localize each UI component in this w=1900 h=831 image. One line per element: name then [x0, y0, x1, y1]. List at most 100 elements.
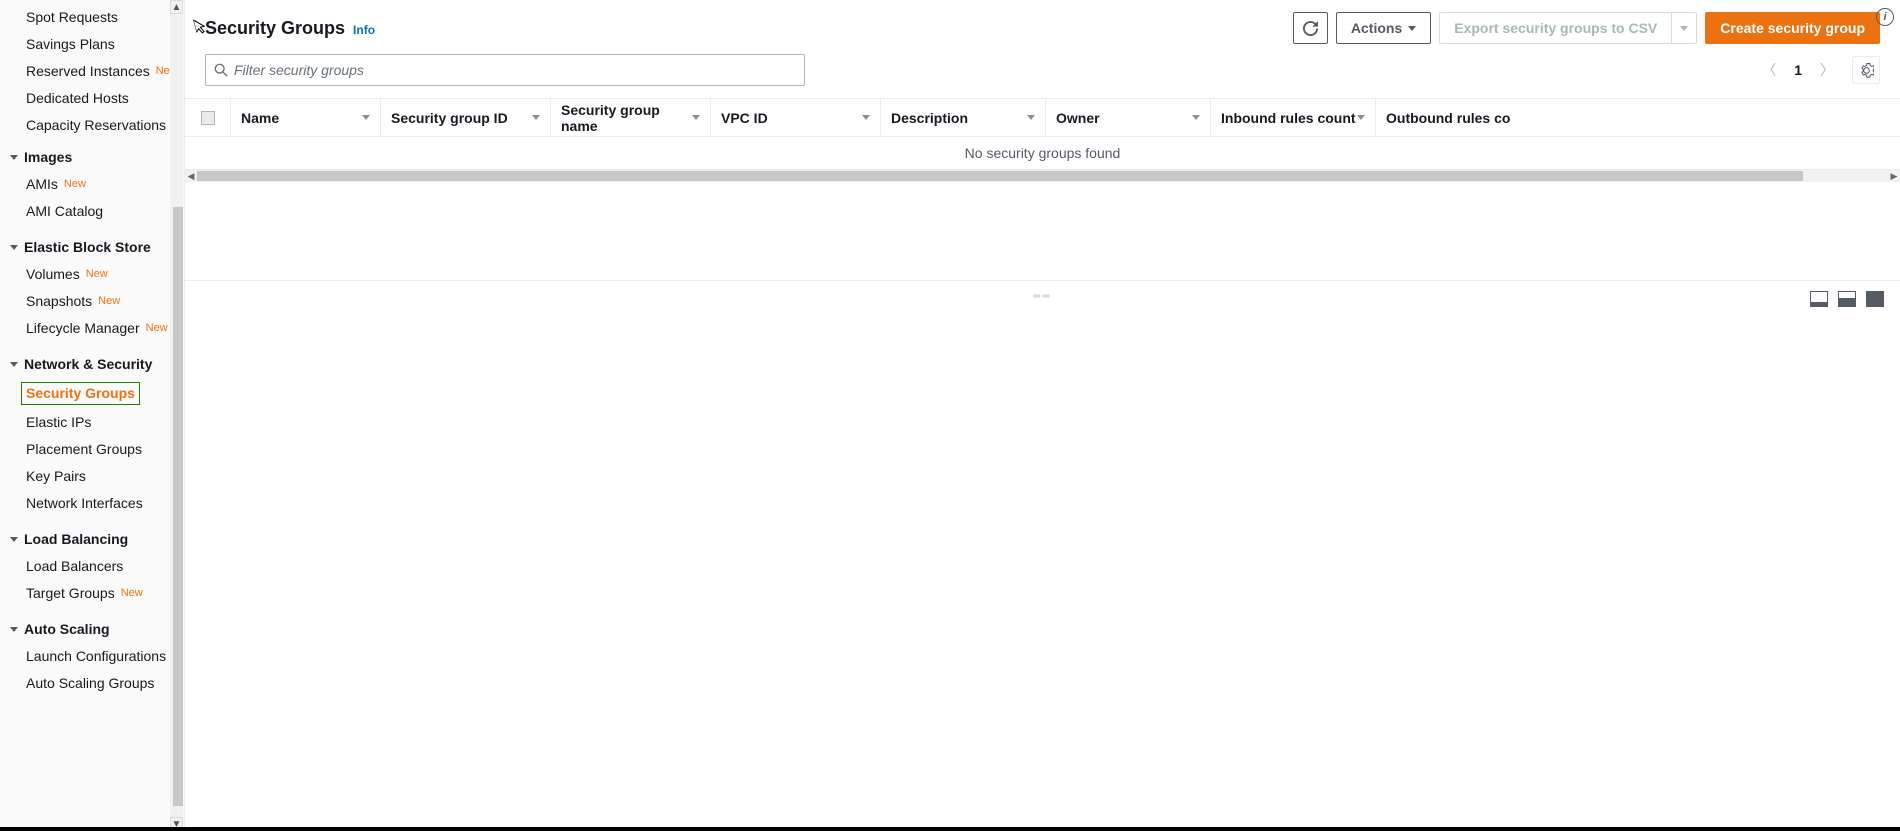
scroll-right-icon[interactable]: ▶ [1888, 171, 1900, 182]
sidebar-section-header[interactable]: Images [0, 143, 184, 171]
sidebar-item[interactable]: Spot Requests [0, 4, 184, 31]
sidebar-item[interactable]: Lifecycle ManagerNew [0, 315, 184, 342]
column-inbound-rules[interactable]: Inbound rules count [1211, 99, 1376, 136]
sidebar-section-header[interactable]: Elastic Block Store [0, 233, 184, 261]
column-vpc-id[interactable]: VPC ID [711, 99, 881, 136]
gear-icon [1859, 63, 1874, 78]
panel-size-medium-button[interactable] [1838, 291, 1856, 307]
chevron-down-icon [10, 362, 18, 367]
sidebar-section-title: Elastic Block Store [24, 239, 151, 255]
sidebar-item[interactable]: Dedicated Hosts [0, 85, 184, 112]
column-name[interactable]: Name [231, 99, 381, 136]
column-label: VPC ID [721, 110, 768, 126]
refresh-button[interactable] [1293, 12, 1328, 44]
chevron-down-icon [10, 155, 18, 160]
sidebar-item-active[interactable]: Security Groups [0, 378, 184, 409]
sort-icon [532, 115, 540, 120]
sidebar-item-label: AMIs [26, 175, 58, 194]
sidebar-item[interactable]: Auto Scaling Groups [0, 670, 184, 697]
scrollbar-track[interactable] [170, 14, 183, 817]
next-page-button[interactable]: 〉 [1816, 58, 1838, 82]
scrollbar-thumb[interactable] [197, 171, 1803, 181]
sidebar-item[interactable]: AMI Catalog [0, 198, 184, 225]
sidebar-item-label: Dedicated Hosts [26, 89, 129, 108]
sidebar-item-label: Key Pairs [26, 467, 86, 486]
filter-input[interactable] [234, 62, 796, 78]
export-csv-dropdown[interactable] [1671, 12, 1697, 44]
sidebar-item[interactable]: Capacity Reservations [0, 112, 184, 139]
sidebar-item[interactable]: Key Pairs [0, 463, 184, 490]
sidebar-item[interactable]: Placement Groups [0, 436, 184, 463]
main-content: Security Groups Info Actions Export secu… [185, 0, 1900, 831]
column-label: Security group name [561, 102, 692, 134]
refresh-icon [1303, 21, 1318, 36]
info-link[interactable]: Info [353, 23, 375, 37]
sidebar-item-label: Load Balancers [26, 557, 123, 576]
column-security-group-name[interactable]: Security group name [551, 99, 711, 136]
sidebar-item[interactable]: Network Interfaces [0, 490, 184, 517]
select-all-header[interactable] [185, 99, 231, 136]
sidebar-item-label: AMI Catalog [26, 202, 103, 221]
sidebar-item[interactable]: Load Balancers [0, 553, 184, 580]
sort-icon [1027, 115, 1035, 120]
new-badge: New [98, 292, 120, 311]
sidebar-item[interactable]: Reserved InstancesNew [0, 58, 184, 85]
export-csv-button[interactable]: Export security groups to CSV [1439, 12, 1671, 44]
sidebar-item-label: Volumes [26, 265, 80, 284]
sidebar-item-label: Security Groups [21, 382, 140, 405]
sidebar-item[interactable]: SnapshotsNew [0, 288, 184, 315]
help-button[interactable]: i [1876, 8, 1894, 26]
filter-box[interactable] [205, 54, 805, 86]
sidebar-item-label: Network Interfaces [26, 494, 143, 513]
sidebar-section-header[interactable]: Auto Scaling [0, 615, 184, 643]
column-label: Name [241, 110, 279, 126]
actions-button[interactable]: Actions [1336, 12, 1431, 44]
column-label: Security group ID [391, 110, 508, 126]
page-title: Security Groups [205, 18, 345, 39]
prev-page-button[interactable]: 〈 [1758, 58, 1780, 82]
sidebar-section-header[interactable]: Network & Security [0, 350, 184, 378]
sort-icon [1192, 115, 1200, 120]
sidebar-item-label: Placement Groups [26, 440, 142, 459]
table-header: Name Security group ID Security group na… [185, 99, 1900, 137]
column-description[interactable]: Description [881, 99, 1046, 136]
sort-icon [1357, 115, 1365, 120]
sidebar-item[interactable]: AMIsNew [0, 171, 184, 198]
sidebar-item[interactable]: Target GroupsNew [0, 580, 184, 607]
sidebar-item[interactable]: VolumesNew [0, 261, 184, 288]
settings-button[interactable] [1852, 56, 1880, 84]
create-security-group-button[interactable]: Create security group [1705, 12, 1880, 44]
column-label: Inbound rules count [1221, 110, 1356, 126]
bottom-bar [0, 827, 1900, 831]
sidebar-item-label: Spot Requests [26, 8, 118, 27]
sidebar-item-label: Elastic IPs [26, 413, 91, 432]
scrollbar-thumb[interactable] [173, 207, 183, 806]
column-outbound-rules[interactable]: Outbound rules co [1376, 99, 1536, 136]
sidebar-item[interactable]: Elastic IPs [0, 409, 184, 436]
sort-icon [862, 115, 870, 120]
sidebar-item-label: Capacity Reservations [26, 116, 166, 135]
sidebar-item-label: Launch Configurations [26, 647, 166, 666]
scroll-up-icon[interactable]: ▲ [170, 0, 183, 14]
splitter-handle[interactable]: ══ [1033, 291, 1051, 302]
chevron-down-icon [10, 245, 18, 250]
export-label: Export security groups to CSV [1454, 20, 1657, 36]
search-icon [214, 63, 228, 77]
panel-size-small-button[interactable] [1810, 291, 1828, 307]
sidebar-item[interactable]: Launch Configurations [0, 643, 184, 670]
horizontal-scrollbar[interactable]: ◀ ▶ [185, 170, 1900, 182]
sidebar-item-label: Lifecycle Manager [26, 319, 140, 338]
sidebar-section-header[interactable]: Load Balancing [0, 525, 184, 553]
scroll-left-icon[interactable]: ◀ [185, 171, 197, 182]
sidebar-item[interactable]: Savings Plans [0, 31, 184, 58]
sidebar-section-title: Auto Scaling [24, 621, 110, 637]
column-owner[interactable]: Owner [1046, 99, 1211, 136]
sidebar-item-label: Auto Scaling Groups [26, 674, 154, 693]
checkbox-icon[interactable] [201, 111, 215, 125]
column-security-group-id[interactable]: Security group ID [381, 99, 551, 136]
sidebar-section-title: Load Balancing [24, 531, 128, 547]
sort-icon [362, 115, 370, 120]
sidebar-item-label: Savings Plans [26, 35, 115, 54]
sidebar-item-label: Reserved Instances [26, 62, 150, 81]
panel-size-full-button[interactable] [1866, 291, 1884, 307]
